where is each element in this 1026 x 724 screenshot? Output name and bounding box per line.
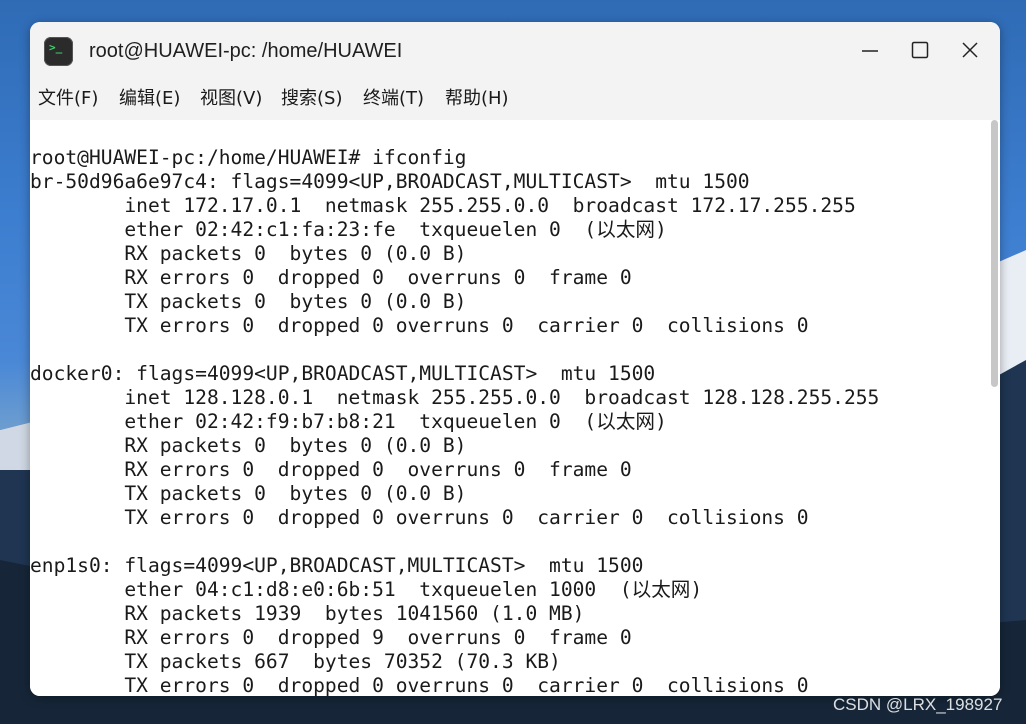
terminal-lines: root@HUAWEI-pc:/home/HUAWEI# ifconfig br…: [30, 146, 879, 696]
terminal-line: ether 02:42:c1:fa:23:fe txqueuelen 0 (以太…: [30, 218, 667, 241]
terminal-line: TX errors 0 dropped 0 overruns 0 carrier…: [30, 674, 809, 696]
menu-terminal[interactable]: 终端(T): [363, 87, 424, 111]
terminal-prompt-icon-glyph: >_: [49, 41, 63, 54]
terminal-line: enp1s0: flags=4099<UP,BROADCAST,MULTICAS…: [30, 554, 644, 577]
terminal-line: RX errors 0 dropped 9 overruns 0 frame 0: [30, 626, 632, 649]
menu-bar: 文件(F) 编辑(E) 视图(V) 搜索(S) 终端(T) 帮助(H): [30, 78, 1000, 120]
close-button[interactable]: [947, 30, 993, 70]
terminal-line: RX errors 0 dropped 0 overruns 0 frame 0: [30, 458, 632, 481]
terminal-line: TX packets 667 bytes 70352 (70.3 KB): [30, 650, 561, 673]
menu-search[interactable]: 搜索(S): [281, 87, 342, 111]
menu-file[interactable]: 文件(F): [38, 87, 98, 111]
terminal-line: RX packets 0 bytes 0 (0.0 B): [30, 434, 467, 457]
maximize-button[interactable]: [897, 30, 943, 70]
terminal-line: inet 128.128.0.1 netmask 255.255.0.0 bro…: [30, 386, 880, 409]
terminal-line-prompt: root@HUAWEI-pc:/home/HUAWEI# ifconfig: [30, 146, 467, 169]
terminal-line: TX packets 0 bytes 0 (0.0 B): [30, 482, 467, 505]
terminal-line: br-50d96a6e97c4: flags=4099<UP,BROADCAST…: [30, 170, 750, 193]
terminal-line: RX packets 1939 bytes 1041560 (1.0 MB): [30, 602, 585, 625]
menu-help[interactable]: 帮助(H): [445, 87, 509, 111]
close-icon: [962, 42, 978, 58]
minimize-icon: [862, 50, 878, 52]
window-title: root@HUAWEI-pc: /home/HUAWEI: [89, 40, 403, 62]
terminal-line: inet 172.17.0.1 netmask 255.255.0.0 broa…: [30, 194, 856, 217]
terminal-window: >_ root@HUAWEI-pc: /home/HUAWEI 文件(F) 编辑…: [30, 22, 1000, 696]
menu-edit[interactable]: 编辑(E): [119, 87, 180, 111]
terminal-line: ether 04:c1:d8:e0:6b:51 txqueuelen 1000 …: [30, 578, 703, 601]
terminal-line: docker0: flags=4099<UP,BROADCAST,MULTICA…: [30, 362, 656, 385]
menu-view[interactable]: 视图(V): [200, 87, 262, 111]
minimize-button[interactable]: [847, 30, 893, 70]
maximize-icon: [911, 41, 929, 59]
terminal-line: ether 02:42:f9:b7:b8:21 txqueuelen 0 (以太…: [30, 410, 667, 433]
terminal-app-icon: >_: [44, 37, 73, 66]
terminal-line: RX errors 0 dropped 0 overruns 0 frame 0: [30, 266, 632, 289]
terminal-line: RX packets 0 bytes 0 (0.0 B): [30, 242, 467, 265]
terminal-output-area[interactable]: root@HUAWEI-pc:/home/HUAWEI# ifconfig br…: [30, 120, 1000, 696]
title-bar[interactable]: >_ root@HUAWEI-pc: /home/HUAWEI: [30, 22, 1000, 78]
terminal-line: TX errors 0 dropped 0 overruns 0 carrier…: [30, 314, 809, 337]
terminal-line: TX packets 0 bytes 0 (0.0 B): [30, 290, 467, 313]
vertical-scrollbar-thumb[interactable]: [991, 120, 998, 387]
watermark-text: CSDN @LRX_198927: [833, 695, 1003, 714]
terminal-line: TX errors 0 dropped 0 overruns 0 carrier…: [30, 506, 809, 529]
